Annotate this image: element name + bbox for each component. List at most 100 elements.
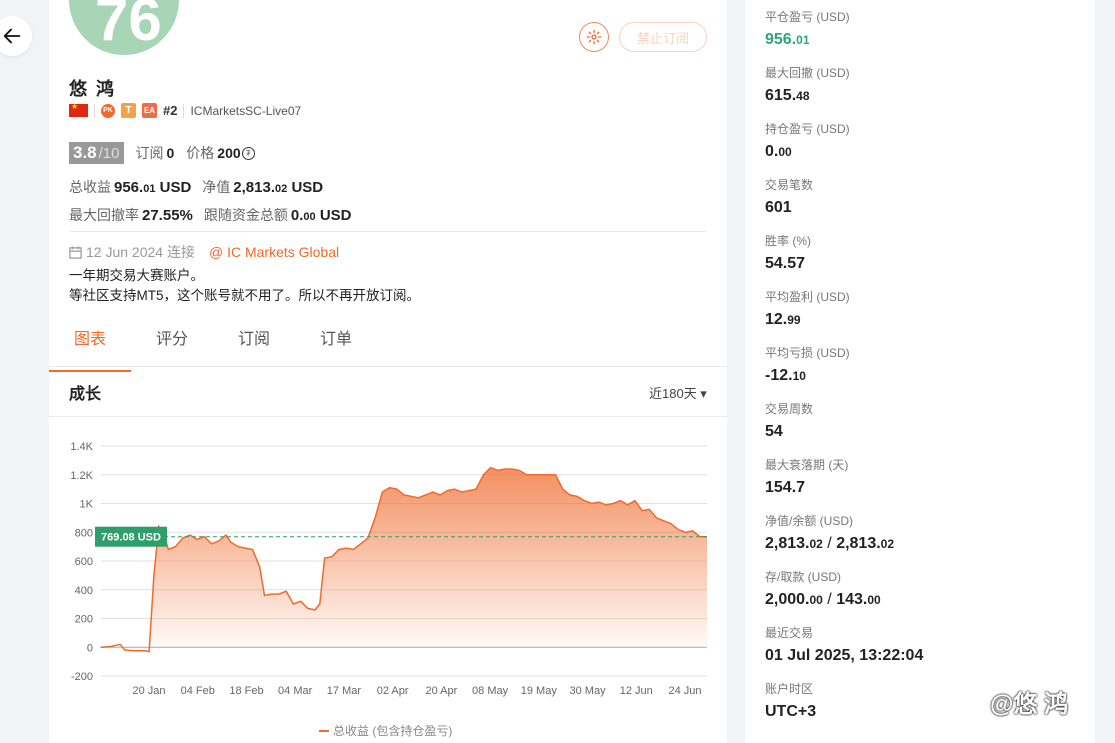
x-tick-label: 20 Jan	[132, 685, 165, 697]
y-tick-label: 1.4K	[70, 441, 93, 453]
divider	[49, 416, 727, 417]
subscribe-count-label: 订阅	[135, 145, 164, 161]
stat-label: 最大回撤 (USD)	[765, 66, 850, 80]
stat-label: 平均盈利 (USD)	[765, 290, 850, 304]
description-line: 等社区支持MT5，这个账号就不用了。所以不再开放订阅。	[69, 288, 420, 303]
price-value: 200	[217, 145, 241, 161]
x-tick-label: 19 May	[521, 685, 558, 697]
y-tick-label: -200	[71, 671, 93, 683]
total-profit-label: 总收益	[69, 179, 111, 195]
follow-funds-dec: 00	[303, 211, 316, 223]
pk-badge-icon: PK	[101, 103, 115, 118]
stat-value-int: UTC+3	[765, 703, 817, 720]
stat-label: 最大衰落期 (天)	[765, 458, 849, 472]
follow-funds-value: 0.00 USD	[291, 207, 352, 224]
price-label: 价格	[186, 145, 215, 161]
tab-subscription[interactable]: 订阅	[213, 320, 295, 366]
score-denominator: /10	[98, 144, 120, 162]
stat-value: 2,813.02 / 2,813.02	[765, 535, 894, 553]
legend-label: 总收益 (包含持仓盈亏)	[333, 724, 453, 738]
stat-value: 615.48	[765, 87, 850, 105]
stat-item: 最大衰落期 (天) 154.7	[765, 456, 848, 497]
stat-value: 12.99	[765, 311, 850, 329]
description-line: 一年期交易大赛账户。	[69, 268, 204, 283]
server-name: ICMarketsSC-Live07	[190, 103, 302, 118]
description: 一年期交易大赛账户。 等社区支持MT5，这个账号就不用了。所以不再开放订阅。	[69, 266, 420, 306]
tab-orders[interactable]: 订单	[295, 320, 377, 366]
equity-unit: USD	[291, 179, 324, 196]
divider	[69, 231, 707, 232]
stat-value: 54.57	[765, 255, 811, 273]
stat-value-int: 143.	[836, 591, 868, 608]
x-tick-label: 04 Feb	[181, 685, 215, 697]
total-profit-dec: 01	[143, 183, 156, 195]
stat-value-dec: 99	[787, 313, 801, 327]
y-tick-label: 1.2K	[70, 470, 93, 482]
stat-value-int: 54	[765, 423, 783, 440]
equity-dec: 02	[275, 183, 288, 195]
x-tick-label: 20 Apr	[425, 685, 457, 697]
divider	[183, 103, 185, 118]
stat-value-int: 956.	[765, 31, 797, 48]
follow-funds-unit: USD	[319, 207, 352, 224]
stat-label: 平均亏损 (USD)	[765, 346, 850, 360]
stat-value-int: 12.	[765, 311, 788, 328]
stat-item: 交易笔数 601	[765, 176, 813, 217]
back-button[interactable]	[0, 16, 32, 56]
stat-value-int: 2,813.	[836, 535, 881, 552]
y-tick-label: 600	[75, 556, 93, 568]
x-tick-label: 24 Jun	[668, 685, 701, 697]
stats-panel: 平仓盈亏 (USD) 956.01 最大回撤 (USD) 615.48 持仓盈亏 (US…	[745, 0, 1095, 743]
x-tick-label: 04 Mar	[278, 685, 313, 697]
stat-separator: /	[822, 591, 837, 608]
drawdown-row: 最大回撤率 27.55% 跟随资金总额 0.00 USD	[69, 205, 354, 225]
profit-row: 总收益 956.01 USD 净值 2,813.02 USD	[69, 177, 326, 197]
equity-label: 净值	[202, 179, 231, 195]
stat-item: 存/取款 (USD) 2,000.00 / 143.00	[765, 568, 881, 609]
stat-value-dec: 00	[778, 145, 792, 159]
t-badge-icon: T	[121, 103, 136, 118]
avatar: 76	[69, 0, 179, 55]
stat-label: 存/取款 (USD)	[765, 570, 841, 584]
stat-label: 净值/余额 (USD)	[765, 514, 853, 528]
x-tick-label: 02 Apr	[377, 685, 409, 697]
stat-item: 净值/余额 (USD) 2,813.02 / 2,813.02	[765, 512, 894, 553]
tab-chart[interactable]: 图表	[49, 320, 131, 372]
growth-title: 成长	[69, 386, 102, 403]
stat-value: 154.7	[765, 479, 848, 497]
connect-date: 12 Jun 2024 连接	[86, 244, 195, 260]
y-tick-label: 0	[87, 642, 93, 654]
y-tick-label: 400	[75, 585, 93, 597]
trader-name: 悠 鸿	[69, 79, 117, 99]
equity-int: 2,813.	[233, 179, 276, 196]
stat-value-int: 01 Jul 2025, 13:22:04	[765, 647, 924, 664]
stat-value: 601	[765, 199, 813, 217]
chart-legend[interactable]: 总收益 (包含持仓盈亏)	[319, 722, 452, 739]
stat-item: 胜率 (%) 54.57	[765, 232, 811, 273]
subscribe-disabled-button[interactable]: 禁止订阅	[619, 22, 707, 52]
stat-value-int: 2,813.	[765, 535, 810, 552]
score-badge: 3.8/10	[69, 142, 124, 164]
total-profit-unit: USD	[159, 179, 192, 196]
ea-badge-icon: EA	[142, 103, 157, 118]
stat-item: 平仓盈亏 (USD) 956.01	[765, 8, 850, 49]
stat-value-dec: 01	[796, 33, 810, 47]
stat-item: 最近交易 01 Jul 2025, 13:22:04	[765, 624, 923, 665]
tab-rating[interactable]: 评分	[131, 320, 213, 366]
stat-item: 平均盈利 (USD) 12.99	[765, 288, 850, 329]
stat-value-int: 601	[765, 199, 792, 216]
stat-item: 平均亏损 (USD) -12.10	[765, 344, 850, 385]
current-value-label: 769.08 USD	[101, 532, 161, 544]
stat-value-dec: 02	[880, 537, 895, 551]
x-tick-label: 08 May	[472, 685, 509, 697]
rating-row: 3.8/10 订阅 0 价格 200 ₮	[69, 142, 255, 164]
follow-funds-int: 0.	[290, 207, 304, 224]
x-tick-label: 30 May	[570, 685, 607, 697]
settings-button[interactable]	[579, 22, 609, 52]
y-tick-label: 800	[75, 527, 93, 539]
equity-value: 2,813.02 USD	[233, 179, 323, 196]
broker-link[interactable]: @ IC Markets Global	[209, 244, 339, 260]
stat-value-int: 54.57	[765, 255, 806, 272]
period-dropdown[interactable]: 近180天 ▾	[649, 383, 707, 402]
avatar-text: 76	[95, 0, 162, 53]
